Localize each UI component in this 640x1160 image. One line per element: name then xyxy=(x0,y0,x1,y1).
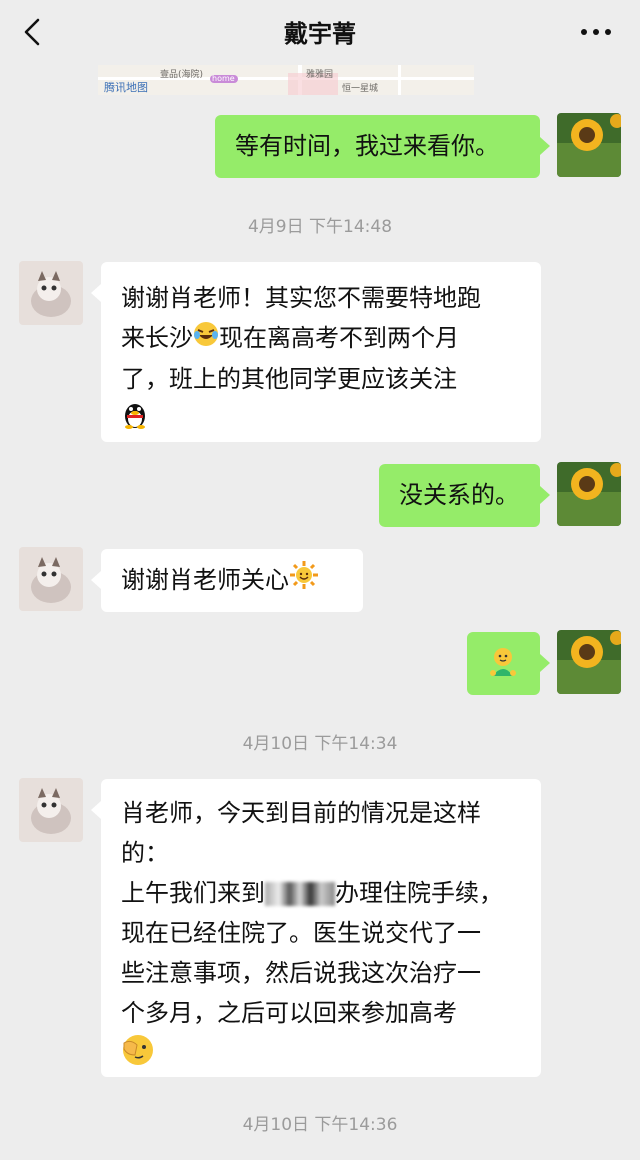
contact-avatar[interactable] xyxy=(19,261,83,325)
message-line: 了，班上的其他同学更应该关注 xyxy=(121,365,457,393)
bubble-tail xyxy=(540,137,550,155)
message-bubble-contact[interactable]: 肖老师，今天到目前的情况是这样 的： 上午我们来到 办理住院手续， 现在已经住院了… xyxy=(101,779,541,1077)
message-line xyxy=(121,399,521,441)
timestamp: 4月10日 下午14:34 xyxy=(242,734,398,754)
cat-avatar-image xyxy=(19,547,83,611)
bubble-tail xyxy=(91,801,101,819)
contact-avatar[interactable] xyxy=(19,778,83,842)
message-line: 个多月，之后可以回来参加高考 xyxy=(121,999,457,1027)
bubble-tail xyxy=(91,571,101,589)
self-avatar[interactable] xyxy=(557,113,621,177)
tears-of-joy-emoji xyxy=(193,319,219,359)
timestamp: 4月10日 下午14:36 xyxy=(242,1115,398,1135)
cat-avatar-image xyxy=(19,778,83,842)
bubble-tail xyxy=(540,654,550,672)
self-avatar[interactable] xyxy=(557,462,621,526)
message-line xyxy=(121,1033,521,1079)
map-label: 恒一星城 xyxy=(342,84,379,94)
message-line: 肖老师，今天到目前的情况是这样 xyxy=(121,799,481,827)
chat-header: 戴宇菁 xyxy=(0,0,640,62)
more-dots-icon xyxy=(581,29,611,35)
message-line: 些注意事项，然后说我这次治疗一 xyxy=(121,959,481,987)
message-line: 现在已经住院了。医生说交代了一 xyxy=(121,919,481,947)
redacted-text xyxy=(265,882,335,906)
map-label: 雅雅园 xyxy=(306,70,334,80)
contact-avatar[interactable] xyxy=(19,547,83,611)
message-line: 谢谢肖老师！其实您不需要特地跑 xyxy=(121,284,481,312)
qq-penguin-emoji xyxy=(121,399,149,441)
map-label: home xyxy=(212,74,235,83)
map-provider-logo: 腾讯地图 xyxy=(104,81,148,94)
sunflower-avatar-image xyxy=(557,630,621,694)
message-line: 上午我们来到 办理住院手续， xyxy=(121,873,521,913)
message-line: 的： xyxy=(121,839,169,867)
cat-avatar-image xyxy=(19,261,83,325)
message-text: 谢谢肖老师关心 xyxy=(121,566,289,594)
message-line: 来长沙 现在离高考不到两个月 xyxy=(121,318,521,359)
chat-title: 戴宇菁 xyxy=(284,20,356,48)
bubble-tail xyxy=(540,486,550,504)
timestamp: 4月9日 下午14:48 xyxy=(247,217,393,237)
message-bubble-self[interactable]: 等有时间，我过来看你。 xyxy=(215,115,540,178)
map-label: 壹品(海院) xyxy=(160,70,204,80)
message-text: 上午我们来到 xyxy=(121,879,265,907)
location-map-card[interactable]: 壹品(海院) home 雅雅园 恒一星城 腾讯地图 xyxy=(98,65,474,95)
sun-emoji xyxy=(289,560,319,602)
baby-emoji xyxy=(487,646,519,692)
message-text: 现在离高考不到两个月 xyxy=(219,324,459,352)
message-bubble-self[interactable]: 没关系的。 xyxy=(379,464,540,527)
more-options-button[interactable] xyxy=(576,20,616,44)
message-bubble-contact[interactable]: 谢谢肖老师关心 xyxy=(101,549,363,612)
sunflower-avatar-image xyxy=(557,462,621,526)
facepalm-emoji xyxy=(121,1033,155,1079)
message-bubble-self[interactable] xyxy=(467,632,540,695)
sunflower-avatar-image xyxy=(557,113,621,177)
message-text: 来长沙 xyxy=(121,324,193,352)
bubble-tail xyxy=(91,284,101,302)
message-text: 办理住院手续， xyxy=(335,879,503,907)
message-bubble-contact[interactable]: 谢谢肖老师！其实您不需要特地跑 来长沙 现在离高考不到两个月 了，班上的其他同学更… xyxy=(101,262,541,442)
self-avatar[interactable] xyxy=(557,630,621,694)
